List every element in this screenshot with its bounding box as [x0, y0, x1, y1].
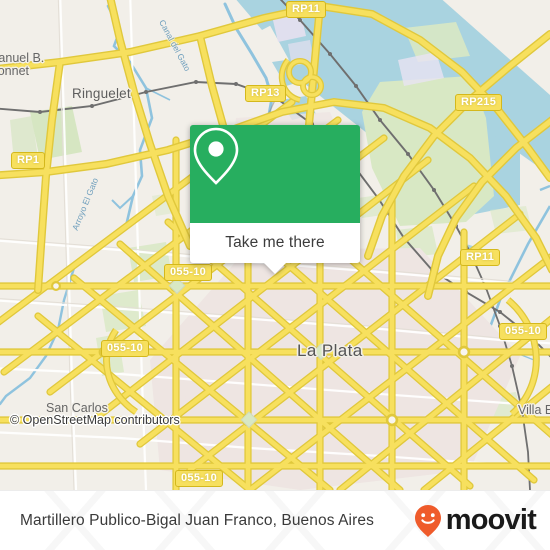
moovit-brand[interactable]: moovit [413, 504, 537, 538]
road-shield-rp11-east[interactable]: RP11 [460, 249, 501, 266]
road-shield-05510-center[interactable]: 055-10 [164, 264, 213, 281]
popup-footer[interactable]: Take me there [190, 223, 360, 274]
osm-attribution[interactable]: © OpenStreetMap contributors [10, 413, 180, 427]
road-shield-rp13[interactable]: RP13 [245, 85, 286, 102]
road-shield-05510-east[interactable]: 055-10 [499, 323, 548, 340]
road-shield-rp1[interactable]: RP1 [11, 152, 46, 169]
moovit-wordmark: moovit [445, 504, 537, 536]
road-shield-05510-west[interactable]: 055-10 [101, 340, 150, 357]
footer-bar: Martillero Publico-Bigal Juan Franco, Bu… [0, 490, 550, 550]
popup-header [190, 125, 360, 223]
popup-pointer-tail [264, 263, 286, 274]
location-popup-card[interactable]: Take me there [190, 125, 360, 274]
moovit-smiley-pin-icon [414, 504, 441, 537]
road-shield-rp215[interactable]: RP215 [455, 94, 503, 111]
footer-place-title: Martillero Publico-Bigal Juan Franco, Bu… [20, 511, 374, 529]
take-me-there-label: Take me there [225, 234, 325, 251]
map-screenshot: Ringuelet La Plata San Carlos Villa Elvi… [0, 0, 550, 550]
road-shield-05510-south[interactable]: 055-10 [175, 470, 224, 487]
road-shield-rp11-north[interactable]: RP11 [286, 1, 327, 18]
map-canvas[interactable]: Ringuelet La Plata San Carlos Villa Elvi… [0, 0, 550, 490]
map-pin-icon [193, 127, 239, 185]
